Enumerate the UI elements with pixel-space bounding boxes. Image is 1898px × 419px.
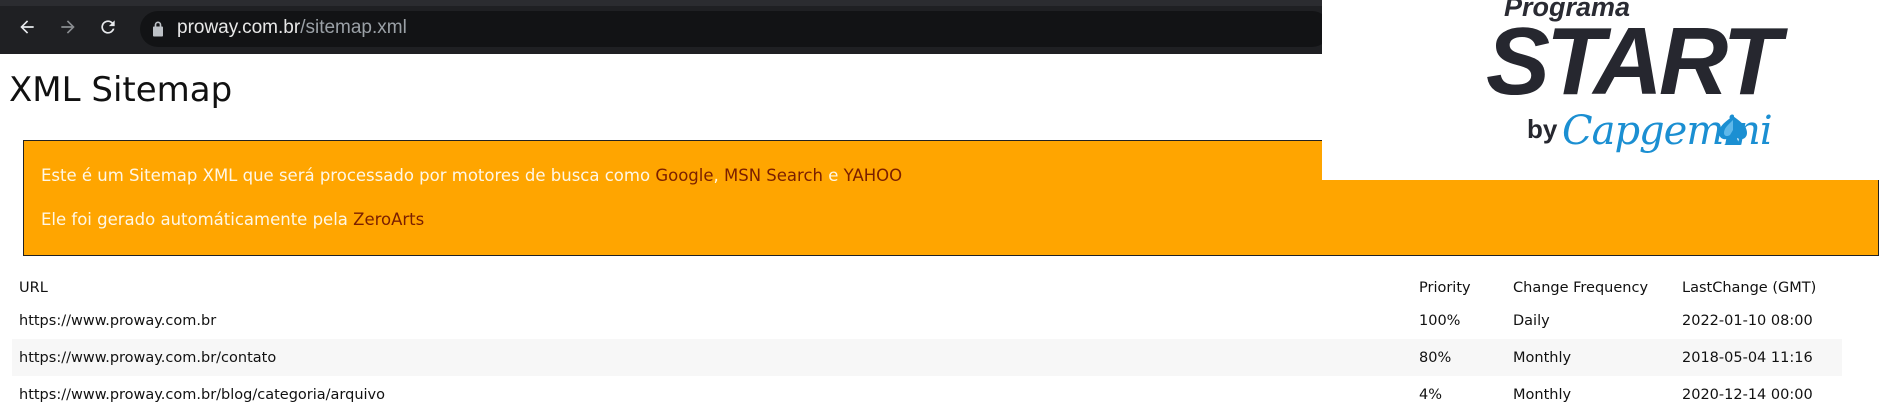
table-row: https://www.proway.com.br/contato 80% Mo… xyxy=(12,339,1842,376)
info-text: Ele foi gerado automáticamente pela xyxy=(41,210,354,229)
arrow-right-icon xyxy=(61,20,75,34)
table-row: https://www.proway.com.br/blog/categoria… xyxy=(12,376,1842,413)
arrow-left-icon xyxy=(20,20,34,34)
reload-button[interactable] xyxy=(95,14,121,40)
msn-search-link[interactable]: MSN Search xyxy=(724,166,823,185)
cell-url[interactable]: https://www.proway.com.br/contato xyxy=(12,339,1412,376)
url-text[interactable]: proway.com.br/sitemap.xml xyxy=(177,17,407,39)
logo-by-text: by xyxy=(1527,114,1558,144)
lock-icon[interactable] xyxy=(148,19,168,39)
separator: e xyxy=(822,166,844,185)
yahoo-link[interactable]: YAHOO xyxy=(844,166,902,185)
info-line-generator: Ele foi gerado automáticamente pela Zero… xyxy=(41,210,424,229)
cell-priority: 80% xyxy=(1412,339,1506,376)
cell-priority: 4% xyxy=(1419,386,1443,403)
cell-frequency: Daily xyxy=(1513,312,1550,329)
cell-frequency: Monthly xyxy=(1506,339,1675,376)
table-row: https://www.proway.com.br 100% Daily 202… xyxy=(12,302,1842,339)
capgemini-spade-icon xyxy=(1719,116,1747,145)
table-header-row: URL Priority Change Frequency LastChange… xyxy=(12,274,1842,302)
header-priority[interactable]: Priority xyxy=(1412,274,1506,302)
info-text: Este é um Sitemap XML que será processad… xyxy=(41,166,656,185)
url-domain: proway.com.br xyxy=(177,17,301,38)
info-line-search-engines: Este é um Sitemap XML que será processad… xyxy=(41,166,902,185)
back-button[interactable] xyxy=(14,14,40,40)
page-title: XML Sitemap xyxy=(9,70,233,110)
cell-frequency: Monthly xyxy=(1513,386,1572,403)
cell-lastchange: 2018-05-04 11:16 xyxy=(1675,339,1842,376)
header-url[interactable]: URL xyxy=(12,274,1412,302)
zeroarts-link[interactable]: ZeroArts xyxy=(353,210,424,229)
cell-lastchange: 2020-12-14 00:00 xyxy=(1682,386,1813,403)
google-link[interactable]: Google xyxy=(655,166,713,185)
url-path: /sitemap.xml xyxy=(300,17,407,38)
separator: , xyxy=(713,166,724,185)
logo-start-text: START xyxy=(1486,8,1781,115)
cell-url[interactable]: https://www.proway.com.br xyxy=(12,302,1412,339)
cell-lastchange: 2022-01-10 08:00 xyxy=(1682,312,1813,329)
cell-url[interactable]: https://www.proway.com.br/blog/categoria… xyxy=(12,376,1412,413)
header-lastchange[interactable]: LastChange (GMT) xyxy=(1675,274,1842,302)
forward-button[interactable] xyxy=(55,14,81,40)
header-change-frequency[interactable]: Change Frequency xyxy=(1506,274,1675,302)
cell-priority: 100% xyxy=(1419,312,1461,329)
reload-icon xyxy=(101,20,115,34)
sitemap-table: URL Priority Change Frequency LastChange… xyxy=(12,274,1842,413)
